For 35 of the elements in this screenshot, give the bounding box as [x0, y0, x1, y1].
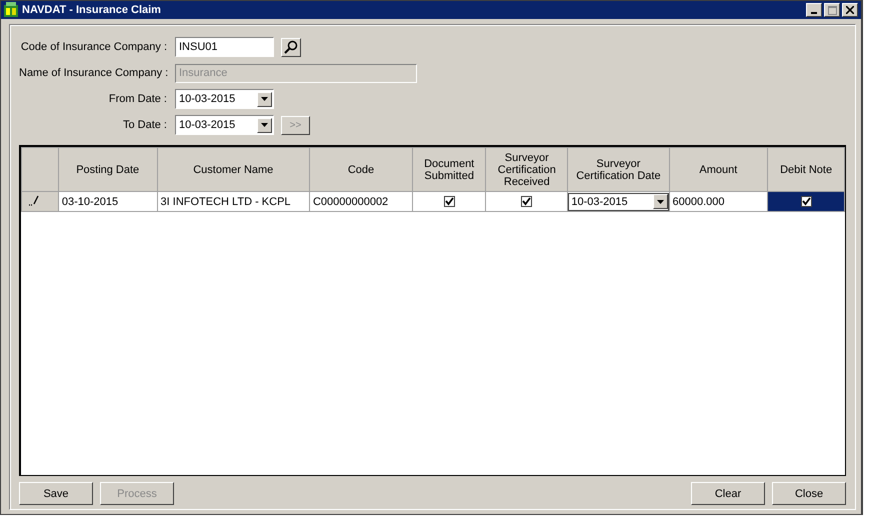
- table-cell[interactable]: C00000000002: [309, 192, 413, 212]
- date-field[interactable]: 10-03-2015: [568, 192, 668, 210]
- date-field[interactable]: 10-03-2015: [175, 89, 274, 109]
- close-button[interactable]: [842, 3, 858, 17]
- field-label: From Date :: [108, 93, 167, 105]
- table-cell[interactable]: 3I INFOTECH LTD - KCPL: [157, 192, 310, 212]
- code-field[interactable]: INSU01: [175, 37, 274, 57]
- column-header[interactable]: Document Submitted: [412, 148, 486, 192]
- app-icon: [3, 2, 19, 18]
- minimize-button[interactable]: [806, 3, 822, 17]
- column-header[interactable]: Surveyor Certification Received: [486, 148, 568, 192]
- field-label: To Date :: [122, 119, 167, 131]
- field-label: Code of Insurance Company :: [20, 41, 167, 53]
- column-header[interactable]: Surveyor Certification Date: [568, 148, 669, 192]
- window-title: NAVDAT - Insurance Claim: [22, 4, 162, 16]
- column-header[interactable]: Debit Note: [768, 148, 844, 192]
- action-button[interactable]: Clear: [691, 482, 765, 505]
- close-icon: [846, 6, 854, 14]
- maximize-button[interactable]: [824, 3, 840, 17]
- action-button[interactable]: Close: [772, 482, 846, 505]
- column-header[interactable]: Amount: [669, 148, 768, 192]
- name-field: Insurance: [175, 64, 417, 82]
- checkbox[interactable]: [444, 196, 455, 208]
- column-header[interactable]: Code: [309, 148, 413, 192]
- field-label: Name of Insurance Company :: [19, 67, 167, 79]
- column-header[interactable]: Customer Name: [157, 148, 310, 192]
- checkbox[interactable]: [800, 196, 812, 208]
- date-field[interactable]: 10-03-2015: [175, 115, 274, 135]
- table-cell[interactable]: 60000.000: [669, 192, 768, 212]
- table-cell[interactable]: 03-10-2015: [58, 192, 158, 212]
- checkbox[interactable]: [521, 196, 532, 208]
- search-button[interactable]: [281, 38, 301, 56]
- column-header[interactable]: Posting Date: [58, 148, 158, 192]
- action-button[interactable]: Save: [19, 482, 93, 505]
- maximize-icon: [828, 6, 836, 14]
